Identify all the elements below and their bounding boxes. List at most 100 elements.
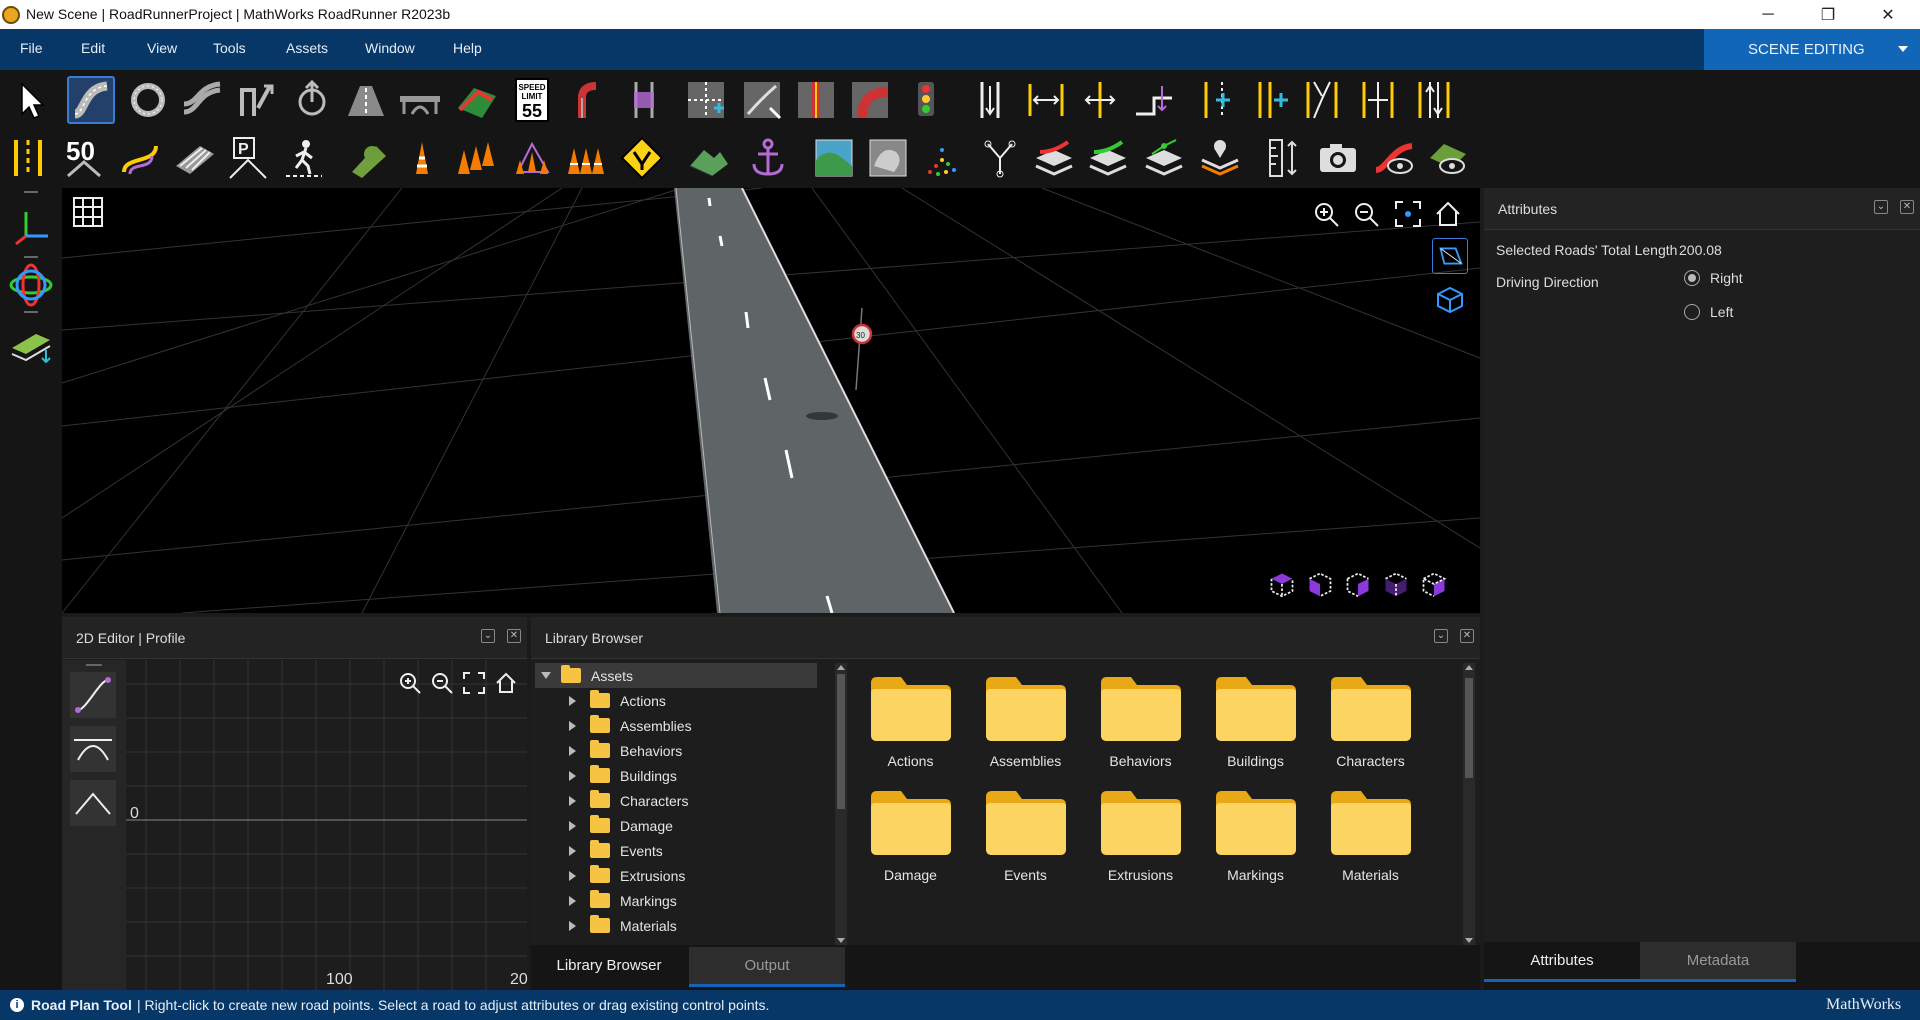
menu-tools[interactable]: Tools bbox=[213, 40, 246, 56]
lane-shift-tool-button[interactable] bbox=[1076, 76, 1124, 124]
folder-tile[interactable]: Buildings bbox=[1198, 677, 1313, 769]
lane-carve-tool-button[interactable] bbox=[342, 76, 390, 124]
lane-spline-tool-button[interactable] bbox=[792, 76, 840, 124]
zoom-out-button[interactable] bbox=[1352, 200, 1380, 228]
restore-button[interactable]: ❐ bbox=[1800, 0, 1856, 29]
world-settings-button[interactable] bbox=[1424, 134, 1472, 182]
layer-road-button[interactable] bbox=[1030, 134, 1078, 182]
lane-center-tool-button[interactable] bbox=[1354, 76, 1402, 124]
minimize-button[interactable]: ─ bbox=[1740, 0, 1796, 29]
tree-item[interactable]: Extrusions bbox=[535, 863, 835, 888]
speed-limit-tool-button[interactable]: 50 bbox=[60, 134, 108, 182]
view-top-cube-icon[interactable] bbox=[1268, 568, 1296, 600]
vector-data-button[interactable] bbox=[976, 134, 1024, 182]
tree-item[interactable]: Events bbox=[535, 838, 835, 863]
sign-tool-button[interactable]: SPEED LIMIT 55 bbox=[508, 76, 556, 124]
close-button[interactable]: ✕ bbox=[1860, 0, 1916, 29]
grid-toggle-button[interactable] bbox=[72, 196, 104, 228]
scene-editing-mode-dropdown[interactable]: SCENE EDITING bbox=[1704, 29, 1920, 70]
axis-gizmo-button[interactable] bbox=[10, 206, 52, 248]
prop-point-tool-button[interactable] bbox=[344, 134, 392, 182]
profile-spline-button[interactable] bbox=[70, 672, 116, 718]
folder-tile[interactable]: Materials bbox=[1313, 791, 1428, 883]
home-view-button[interactable] bbox=[1434, 200, 1462, 228]
lane-form-tool-button[interactable] bbox=[738, 76, 786, 124]
signal-tool-button[interactable] bbox=[902, 76, 950, 124]
layer-lane-button[interactable] bbox=[1084, 134, 1132, 182]
lane-tool-button[interactable] bbox=[178, 76, 226, 124]
menu-assets[interactable]: Assets bbox=[286, 40, 328, 56]
layer-visibility-button[interactable] bbox=[8, 324, 54, 364]
view-left-cube-icon[interactable] bbox=[1306, 568, 1334, 600]
menu-window[interactable]: Window bbox=[365, 40, 415, 56]
camera-tool-button[interactable] bbox=[1314, 134, 1362, 182]
lane-width-tool-button[interactable] bbox=[620, 76, 668, 124]
scroll-down-icon[interactable] bbox=[837, 938, 845, 943]
lane-marking-tool-button[interactable] bbox=[566, 76, 614, 124]
scenario-tool-button[interactable] bbox=[1370, 134, 1418, 182]
measure-tool-button[interactable] bbox=[1258, 134, 1306, 182]
elevation-map-tool-button[interactable] bbox=[864, 134, 912, 182]
tree-item[interactable]: Characters bbox=[535, 788, 835, 813]
marking-curve-tool-button[interactable] bbox=[116, 134, 164, 182]
rotate-gizmo-button[interactable] bbox=[8, 262, 54, 308]
orthographic-view-button[interactable] bbox=[1434, 282, 1466, 314]
layer-pin-button[interactable] bbox=[1196, 134, 1244, 182]
scene-viewport[interactable]: 30 bbox=[62, 188, 1480, 613]
folder-tile[interactable]: Damage bbox=[853, 791, 968, 883]
panel-options-icon[interactable]: ⌄ bbox=[1434, 629, 1448, 643]
point-cloud-button[interactable] bbox=[918, 134, 966, 182]
tab-attributes[interactable]: Attributes bbox=[1484, 942, 1640, 982]
marking-area-tool-button[interactable] bbox=[170, 134, 218, 182]
tree-item[interactable]: Actions bbox=[535, 688, 835, 713]
tree-item[interactable]: Assemblies bbox=[535, 713, 835, 738]
menu-edit[interactable]: Edit bbox=[81, 40, 105, 56]
perspective-view-button[interactable] bbox=[1432, 238, 1468, 274]
folder-tile[interactable]: Characters bbox=[1313, 677, 1428, 769]
roundabout-tool-button[interactable] bbox=[124, 76, 172, 124]
tree-scroll-thumb[interactable] bbox=[837, 674, 845, 809]
prop-set-tool-button[interactable] bbox=[562, 134, 610, 182]
road-plan-tool-button[interactable] bbox=[67, 76, 115, 124]
panel-options-icon[interactable]: ⌄ bbox=[1874, 200, 1888, 214]
tab-library-browser[interactable]: Library Browser bbox=[531, 945, 687, 985]
frame-selection-button[interactable] bbox=[1394, 200, 1422, 228]
view-back-cube-icon[interactable] bbox=[1420, 568, 1448, 600]
tree-item[interactable]: Buildings bbox=[535, 763, 835, 788]
lane-height-tool-button[interactable] bbox=[1130, 76, 1178, 124]
aerial-imagery-button[interactable] bbox=[810, 134, 858, 182]
zoom-out-icon[interactable] bbox=[430, 671, 454, 695]
folder-tile[interactable]: Events bbox=[968, 791, 1083, 883]
prop-curve-tool-button[interactable] bbox=[452, 134, 500, 182]
surface-tool-button[interactable] bbox=[452, 76, 500, 124]
folder-tile[interactable]: Markings bbox=[1198, 791, 1313, 883]
folder-tile[interactable]: Behaviors bbox=[1083, 677, 1198, 769]
grid-scroll-thumb[interactable] bbox=[1465, 678, 1473, 778]
marking-point-tool-button[interactable] bbox=[4, 134, 52, 182]
tab-metadata[interactable]: Metadata bbox=[1640, 942, 1796, 982]
parking-tool-button[interactable]: P bbox=[224, 134, 272, 182]
lane-insert-tool-button[interactable] bbox=[1194, 76, 1242, 124]
panel-close-icon[interactable]: ✕ bbox=[1460, 629, 1474, 643]
menu-help[interactable]: Help bbox=[453, 40, 482, 56]
tree-item[interactable]: Damage bbox=[535, 813, 835, 838]
scroll-down-icon[interactable] bbox=[1465, 938, 1473, 943]
tree-root-assets[interactable]: Assets bbox=[535, 663, 817, 688]
panel-close-icon[interactable]: ✕ bbox=[507, 629, 521, 643]
tree-item[interactable]: Markings bbox=[535, 888, 835, 913]
elevation-map-button[interactable] bbox=[684, 134, 732, 182]
scroll-up-icon[interactable] bbox=[1465, 665, 1473, 670]
scroll-up-icon[interactable] bbox=[837, 665, 845, 670]
driving-direction-right-radio[interactable]: Right bbox=[1684, 270, 1743, 286]
lane-direction-tool-button[interactable] bbox=[966, 76, 1014, 124]
menu-view[interactable]: View bbox=[147, 40, 177, 56]
folder-tile[interactable]: Extrusions bbox=[1083, 791, 1198, 883]
panel-close-icon[interactable]: ✕ bbox=[1900, 200, 1914, 214]
tree-item[interactable]: Behaviors bbox=[535, 738, 835, 763]
bridge-tool-button[interactable] bbox=[396, 76, 444, 124]
tree-scrollbar[interactable] bbox=[835, 663, 847, 945]
lane-width-adjust-button[interactable] bbox=[1022, 76, 1070, 124]
folder-tile[interactable]: Assemblies bbox=[968, 677, 1083, 769]
zoom-in-button[interactable] bbox=[1312, 200, 1340, 228]
home-icon[interactable] bbox=[494, 671, 518, 695]
